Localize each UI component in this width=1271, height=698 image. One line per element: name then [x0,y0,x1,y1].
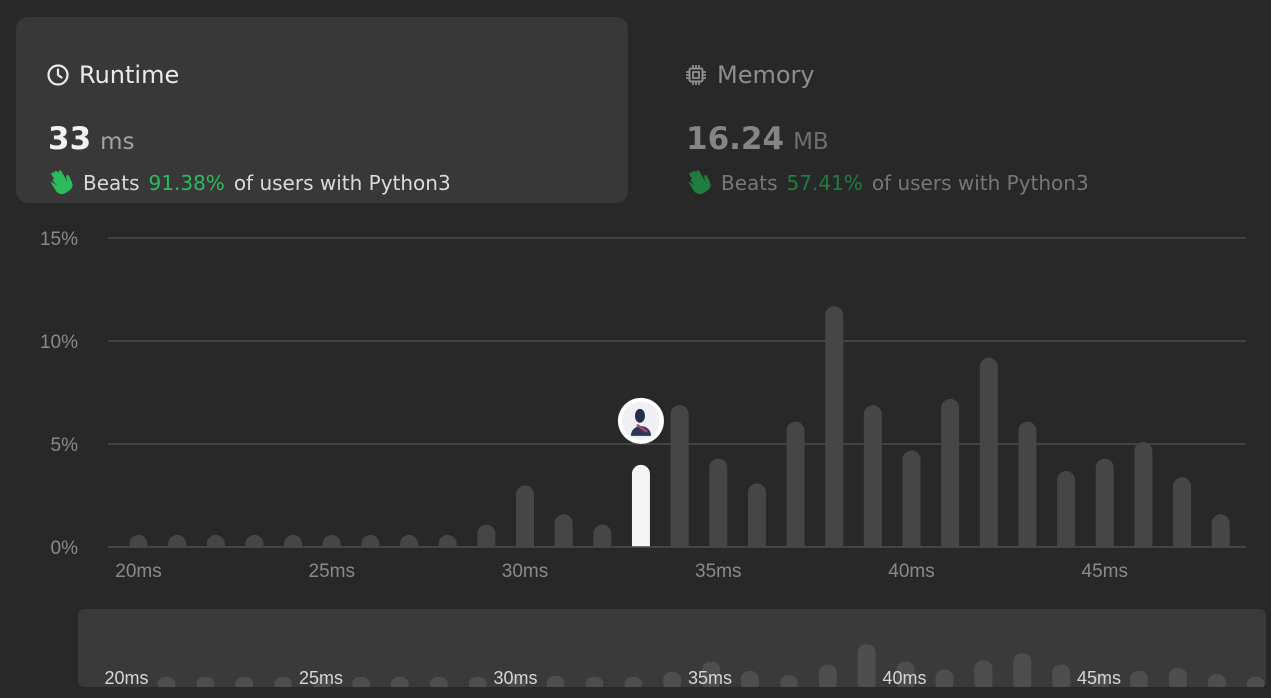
memory-title: Memory [717,61,815,89]
bar [670,405,689,556]
runtime-unit: ms [100,129,135,155]
navigator-bar [663,672,682,687]
navigator-bar [741,670,759,687]
user-avatar [617,397,664,444]
x-tick-label: 20ms [115,561,161,582]
navigator-bar [1013,653,1032,687]
navigator-tick-label: 25ms [299,668,343,687]
navigator-tick-label: 45ms [1077,668,1121,687]
bar [1095,458,1114,556]
memory-unit: MB [793,129,829,155]
bar [1018,421,1037,556]
clap-icon [688,170,711,195]
runtime-beats-suffix: of users with Python3 [233,171,451,195]
runtime-title: Runtime [79,61,180,89]
navigator-bar [935,669,954,687]
runtime-beats-word: Beats [83,171,140,195]
baseline-mask [108,547,1246,561]
clap-icon [50,170,73,195]
memory-beats-suffix: of users with Python3 [871,171,1089,195]
bar [902,450,921,556]
bar-current-submission [631,464,650,556]
bar [747,483,766,556]
runtime-header: Runtime [46,61,179,89]
navigator-bar [818,664,837,687]
x-tick-label: 30ms [502,561,548,582]
memory-value-row: 16.24 MB [686,121,829,157]
y-tick-label: 0% [51,538,79,559]
memory-card[interactable]: Memory 16.24 MB Beats 57.41% of users wi… [654,17,1266,203]
runtime-beats: Beats 91.38% of users with Python3 [47,170,451,196]
y-tick-label: 10% [40,332,78,353]
clock-icon [47,64,69,86]
bar [1173,477,1192,556]
bar [825,306,844,556]
y-tick-label: 5% [51,435,79,456]
navigator-tick-label: 35ms [688,668,732,687]
runtime-beats-percent: 91.38% [148,171,225,195]
y-tick-label: 15% [40,229,78,250]
chart-range-navigator[interactable]: 20ms 25ms 30ms 35ms 40ms 45ms [78,609,1266,687]
bar [979,357,998,556]
x-tick-label: 40ms [888,561,934,582]
navigator-bar [1130,670,1148,687]
bar [786,421,805,556]
navigator-bar [974,660,993,687]
navigator-bar [1168,668,1187,687]
navigator-tick-label: 30ms [493,668,537,687]
bar [863,405,882,556]
navigator-bar [1052,664,1071,687]
memory-beats: Beats 57.41% of users with Python3 [685,170,1089,196]
bar [941,398,960,556]
chip-icon [686,65,706,85]
bar [516,485,534,556]
runtime-value: 33 [48,121,92,157]
submission-stats-panel: Runtime 33 ms Beats 91.38% of users with… [0,0,1271,698]
x-tick-label: 25ms [309,561,355,582]
runtime-card[interactable]: Runtime 33 ms Beats 91.38% of users with… [16,17,628,203]
bar [1057,471,1076,556]
bar [1134,442,1153,556]
memory-beats-percent: 57.41% [786,171,863,195]
memory-beats-word: Beats [721,171,778,195]
memory-value: 16.24 [686,121,785,157]
runtime-value-row: 33 ms [48,121,135,157]
bar [709,458,728,556]
memory-header: Memory [684,61,815,89]
x-tick-label: 35ms [695,561,741,582]
navigator-tick-label: 40ms [882,668,926,687]
runtime-distribution-chart: 0% 5% 10% 15% 20ms 25ms 30ms 35ms 40ms 45ms [40,229,1246,582]
navigator-bar [857,644,876,687]
avatar-figure [634,408,645,423]
x-tick-label: 45ms [1082,561,1128,582]
navigator-tick-label: 20ms [104,668,148,687]
